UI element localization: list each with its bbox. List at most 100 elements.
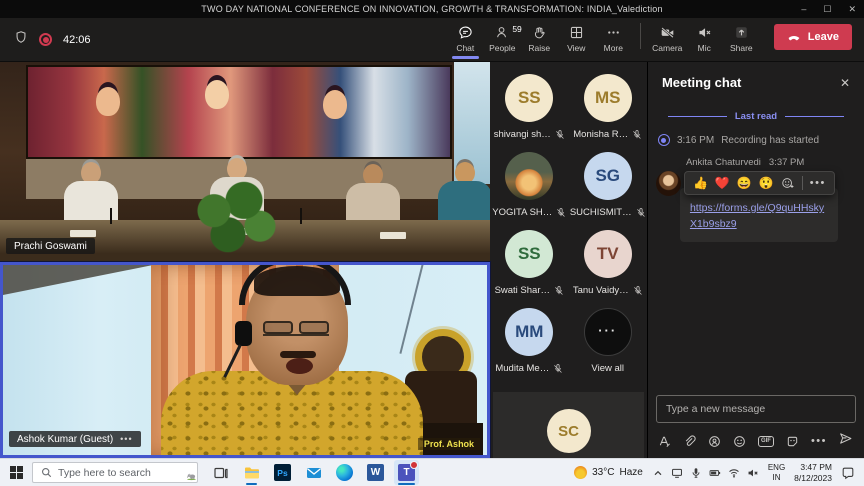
video-overlay-label: Prof. Ashok [418, 438, 480, 450]
window-controls: – ☐ ✕ [801, 0, 856, 18]
meeting-chat-panel: Meeting chat ✕ Last read 3:16 PM Recordi… [647, 62, 864, 458]
start-button[interactable] [0, 459, 32, 486]
close-button[interactable]: ✕ [848, 4, 856, 15]
battery-icon[interactable] [709, 467, 721, 479]
avatar: SC [547, 409, 591, 453]
participant-tile-monisha[interactable]: MS Monisha R… [569, 74, 647, 152]
message-author: Ankita Chaturvedi [686, 157, 761, 168]
gif-icon[interactable]: GIF [758, 436, 774, 447]
emoji-icon[interactable] [733, 435, 746, 448]
window-titlebar: TWO DAY NATIONAL CONFERENCE ON INNOVATIO… [0, 0, 864, 18]
teams-button[interactable]: T [394, 460, 419, 485]
avatar-photo [505, 152, 553, 200]
mic-muted-icon [554, 286, 564, 296]
photoshop-button[interactable]: Ps [270, 460, 295, 485]
show-hidden-icons-chevron[interactable] [652, 467, 664, 479]
wifi-icon[interactable] [728, 467, 740, 479]
avatar: SG [584, 152, 632, 200]
participant-name-tag: Prachi Goswami [6, 238, 95, 254]
haze-sun-icon [574, 466, 587, 479]
chat-title: Meeting chat [662, 75, 741, 90]
leave-button[interactable]: Leave [774, 24, 852, 50]
camera-button[interactable]: Camera [649, 20, 686, 60]
video-tile-prachi[interactable]: Prachi Goswami [0, 62, 490, 262]
send-icon[interactable] [839, 432, 852, 445]
recording-indicator-icon [39, 33, 52, 46]
participant-tile-suchismita[interactable]: SG SUCHISMIT… [569, 152, 647, 230]
people-icon [495, 25, 510, 40]
headset-icon [239, 262, 351, 305]
more-button[interactable]: More [595, 20, 632, 60]
word-button[interactable]: W [363, 460, 388, 485]
mic-muted-icon [632, 130, 642, 140]
participant-tile-mudita[interactable]: MM Mudita Me… [490, 308, 568, 386]
reaction-bar: 👍 ❤️ 😄 😲 ••• [684, 171, 835, 195]
avatar: MS [584, 74, 632, 122]
task-view-button[interactable] [208, 460, 233, 485]
mail-icon [305, 464, 323, 482]
add-reaction-icon[interactable] [781, 176, 795, 190]
word-icon: W [367, 464, 384, 481]
hang-up-icon [787, 30, 801, 44]
window-title: TWO DAY NATIONAL CONFERENCE ON INNOVATIO… [0, 4, 864, 14]
mic-muted-icon [636, 208, 646, 218]
composer-more-icon[interactable]: ••• [811, 435, 827, 447]
sticker-icon[interactable] [786, 435, 799, 448]
laugh-reaction[interactable]: 😄 [737, 177, 752, 189]
view-all-button[interactable]: ··· View all [569, 308, 647, 386]
view-button[interactable]: View [558, 20, 595, 60]
taskbar-search-input[interactable]: Type here to search [32, 462, 198, 483]
volume-muted-icon[interactable] [747, 467, 759, 479]
system-message-text: Recording has started [721, 135, 819, 146]
panelist-3 [344, 164, 402, 226]
grid-view-icon [569, 25, 584, 40]
heart-reaction[interactable]: ❤️ [715, 177, 730, 189]
search-icon [41, 467, 52, 478]
speaker-name-tag: Ashok Kumar (Guest) ••• [9, 431, 141, 447]
mic-button[interactable]: Mic [686, 20, 723, 60]
shared-link[interactable]: https://forms.gle/Q9quHHskyX1b9sbz9 [690, 200, 828, 233]
shield-icon [14, 30, 28, 49]
attach-icon[interactable] [683, 435, 696, 448]
raise-hand-button[interactable]: Raise [521, 20, 558, 60]
message-bubble: https://forms.gle/Q9quHHskyX1b9sbz9 [680, 188, 838, 242]
participant-tile-swati[interactable]: SS Swati Shar… [490, 230, 568, 308]
chat-close-icon[interactable]: ✕ [840, 76, 850, 90]
share-button[interactable]: Share [723, 20, 760, 60]
format-icon[interactable] [658, 435, 671, 448]
windows-taskbar: Type here to search Ps [0, 458, 864, 486]
camera-off-icon [660, 25, 675, 40]
participant-tile-tanu[interactable]: TV Tanu Vaidy… [569, 230, 647, 308]
people-button[interactable]: 59 People [484, 20, 521, 60]
microphone-icon[interactable] [690, 467, 702, 479]
weather-widget[interactable]: 33°C Haze [574, 466, 643, 479]
mail-button[interactable] [301, 460, 326, 485]
chat-button[interactable]: Chat [447, 20, 484, 60]
message-input[interactable]: Type a new message [656, 395, 856, 423]
maximize-button[interactable]: ☐ [823, 4, 831, 15]
language-indicator[interactable]: ENG IN [768, 463, 785, 482]
surprised-reaction[interactable]: 😲 [759, 177, 774, 189]
video-clip-icon[interactable] [708, 435, 721, 448]
message-more-icon[interactable]: ••• [810, 177, 826, 189]
participant-tile-shivangi[interactable]: SS shivangi sh… [490, 74, 568, 152]
cast-display-icon[interactable] [671, 467, 683, 479]
edge-button[interactable] [332, 460, 357, 485]
mic-muted-icon [697, 25, 712, 40]
avatar [656, 171, 681, 196]
notification-center-icon[interactable] [841, 466, 855, 480]
mic-muted-icon [633, 286, 643, 296]
video-tile-ashok[interactable]: Prof. Ashok Ashok Kumar (Guest) ••• [0, 262, 490, 458]
chat-composer: Type a new message GIF ••• [648, 389, 864, 458]
thumbs-up-reaction[interactable]: 👍 [693, 177, 708, 189]
file-explorer-button[interactable] [239, 460, 264, 485]
windows-logo-icon [10, 466, 23, 479]
name-tag-more-icon[interactable]: ••• [120, 434, 132, 444]
message-time: 3:37 PM [769, 157, 804, 168]
minimize-button[interactable]: – [801, 4, 806, 14]
panelist-4 [436, 162, 490, 224]
participant-tile-yogita[interactable]: YOGITA SH… [490, 152, 568, 230]
elephant-doodle [186, 471, 197, 482]
avatar: MM [505, 308, 553, 356]
taskbar-clock[interactable]: 3:47 PM 8/12/2023 [794, 462, 832, 483]
